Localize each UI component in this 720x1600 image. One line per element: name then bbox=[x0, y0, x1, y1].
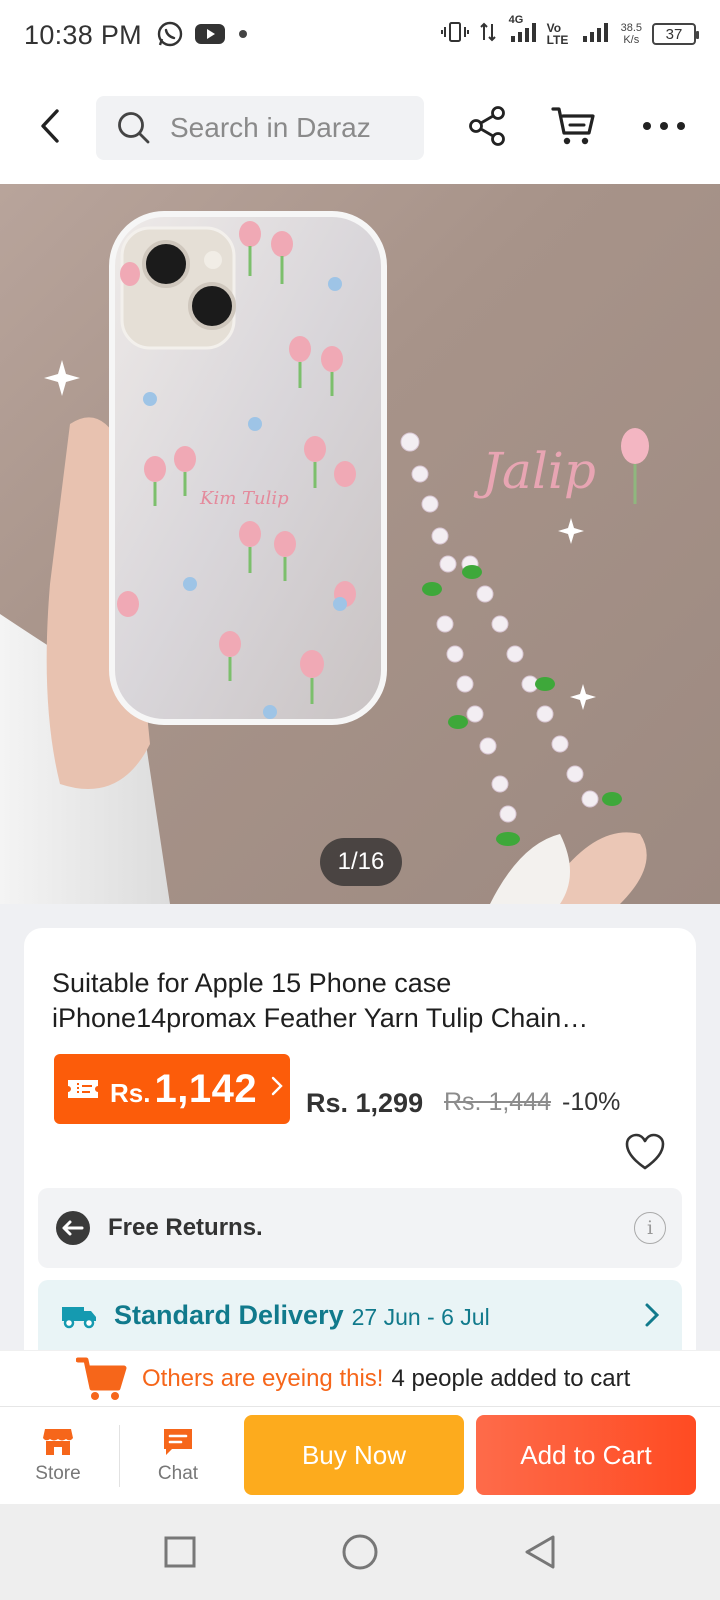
product-photo: Kim Tulip bbox=[0, 211, 649, 904]
search-input[interactable]: Search in Daraz bbox=[96, 96, 424, 160]
tab-divider bbox=[119, 1425, 120, 1487]
image-script-text: Jalip bbox=[482, 442, 596, 500]
net-speed: 38.5 K/s bbox=[620, 22, 642, 46]
square-icon bbox=[164, 1536, 196, 1568]
free-returns-label: Free Returns. bbox=[108, 1214, 263, 1241]
more-icon bbox=[643, 122, 685, 130]
recents-button[interactable] bbox=[160, 1532, 200, 1572]
chat-icon bbox=[164, 1429, 192, 1455]
home-button[interactable] bbox=[340, 1532, 380, 1572]
add-to-cart-button[interactable]: Add to Cart bbox=[476, 1415, 696, 1495]
free-returns-row[interactable]: Free Returns. i bbox=[38, 1188, 682, 1268]
store-tab[interactable]: Store bbox=[8, 1407, 108, 1505]
coupon-currency: Rs. bbox=[110, 1077, 151, 1108]
info-icon[interactable]: i bbox=[634, 1212, 666, 1244]
bottom-action-bar: Store Chat Buy Now Add to Cart bbox=[0, 1406, 720, 1504]
system-back-button[interactable] bbox=[520, 1532, 560, 1572]
triangle-back-icon bbox=[525, 1535, 555, 1569]
cart-button[interactable] bbox=[550, 102, 598, 150]
store-icon bbox=[43, 1429, 73, 1455]
search-icon bbox=[118, 112, 150, 144]
original-price: Rs. 1,444 bbox=[444, 1088, 552, 1116]
chat-tab[interactable]: Chat bbox=[128, 1407, 228, 1505]
notification-dot-icon bbox=[236, 27, 250, 46]
search-placeholder: Search in Daraz bbox=[170, 112, 371, 143]
product-image[interactable]: Kim Tulip Jalip bbox=[0, 184, 720, 904]
store-label: Store bbox=[35, 1463, 81, 1484]
status-bar: 10:38 PM 4G Vo LTE 38.5 K/s 37 bbox=[0, 0, 720, 72]
wishlist-button[interactable] bbox=[624, 1132, 666, 1172]
svg-text:Kim Tulip: Kim Tulip bbox=[199, 488, 289, 509]
coupon-price-button[interactable]: Rs. 1,142 bbox=[54, 1054, 290, 1124]
circle-icon bbox=[342, 1534, 378, 1570]
more-options-button[interactable] bbox=[640, 102, 688, 150]
volte-label: Vo LTE bbox=[546, 21, 569, 47]
image-counter: 1/16 bbox=[320, 838, 402, 886]
buy-now-button[interactable]: Buy Now bbox=[244, 1415, 464, 1495]
delivery-row[interactable]: Standard Delivery 27 Jun - 6 Jul bbox=[38, 1280, 682, 1350]
signal-icon bbox=[581, 20, 611, 48]
product-title: Suitable for Apple 15 Phone case iPhone1… bbox=[52, 968, 589, 1033]
eyeing-highlight: Others are eyeing this! bbox=[142, 1364, 384, 1392]
share-button[interactable] bbox=[464, 102, 512, 150]
back-button[interactable] bbox=[30, 102, 70, 150]
truck-icon bbox=[62, 1307, 96, 1329]
share-icon bbox=[469, 106, 505, 146]
battery-icon: 37 bbox=[652, 23, 699, 45]
heart-icon bbox=[625, 1133, 665, 1170]
chat-label: Chat bbox=[157, 1463, 199, 1484]
top-bar: Search in Daraz bbox=[0, 72, 720, 184]
signal-4g-icon: 4G bbox=[507, 14, 537, 48]
return-icon bbox=[56, 1211, 90, 1245]
discount-badge: -10% bbox=[562, 1088, 621, 1116]
youtube-icon bbox=[194, 22, 226, 51]
data-transfer-icon bbox=[479, 20, 497, 48]
system-nav-bar bbox=[0, 1504, 720, 1600]
eyeing-count-text: 4 people added to cart bbox=[391, 1364, 631, 1392]
chevron-right-icon bbox=[271, 1075, 283, 1103]
chevron-right-icon bbox=[644, 1302, 660, 1333]
back-arrow-icon bbox=[41, 109, 59, 143]
whatsapp-icon bbox=[156, 20, 184, 53]
delivery-label: Standard Delivery bbox=[114, 1299, 344, 1330]
coupon-icon bbox=[68, 1080, 98, 1098]
current-price: Rs. 1,299 bbox=[306, 1088, 424, 1118]
eyeing-banner: Others are eyeing this! 4 people added t… bbox=[0, 1350, 720, 1406]
delivery-dates: 27 Jun - 6 Jul bbox=[351, 1303, 490, 1330]
status-time: 10:38 PM bbox=[24, 20, 142, 50]
vibrate-icon bbox=[440, 20, 469, 48]
coupon-price: 1,142 bbox=[154, 1066, 258, 1111]
orange-cart-icon bbox=[76, 1357, 127, 1400]
cart-icon bbox=[551, 107, 595, 145]
